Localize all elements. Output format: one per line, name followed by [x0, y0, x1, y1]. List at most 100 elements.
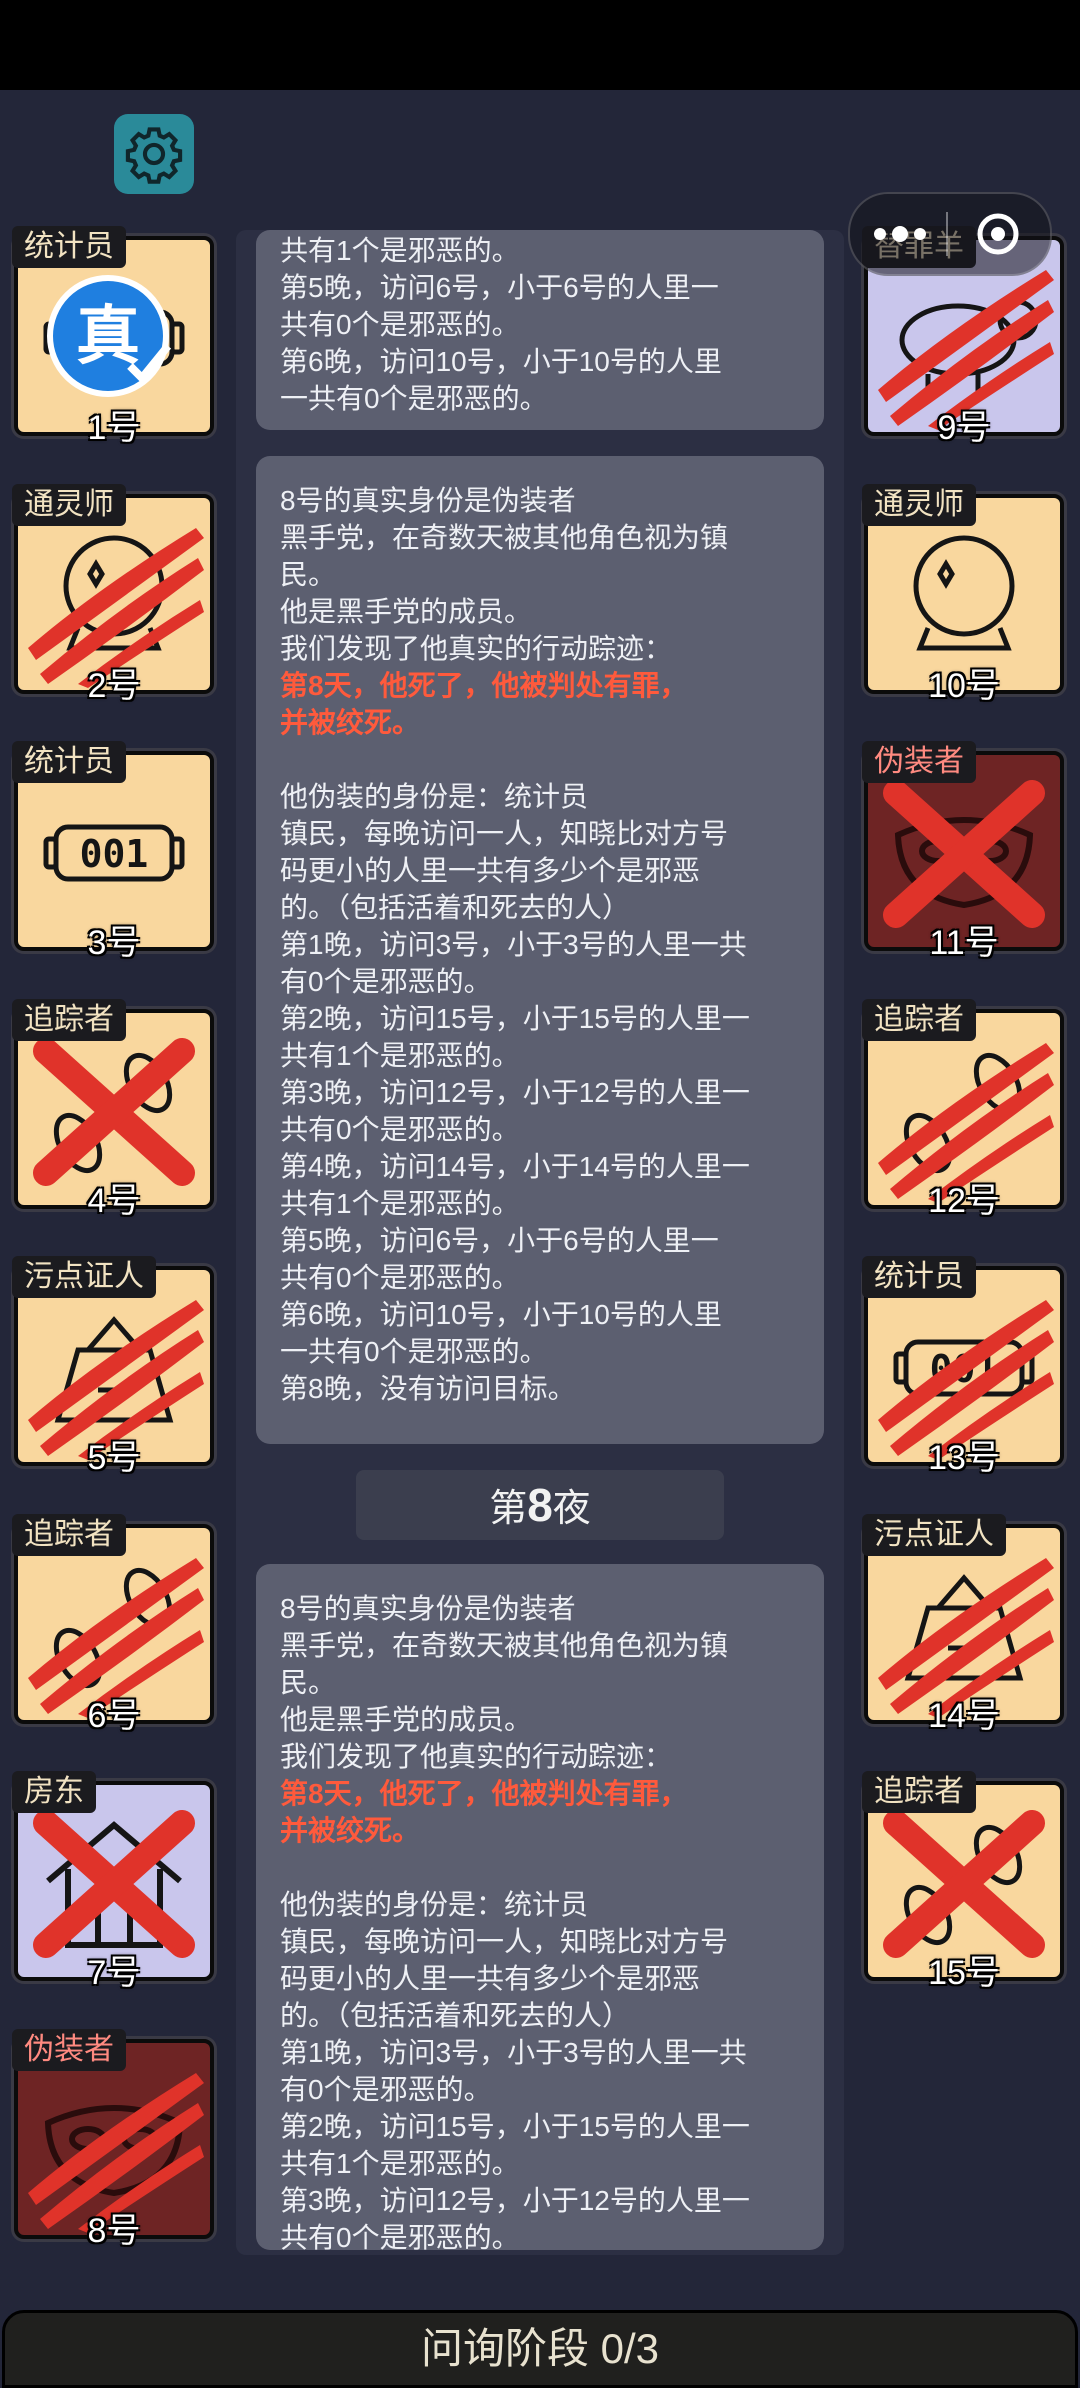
player-card[interactable]: 房东 7号 — [12, 1771, 214, 1992]
log-line: 的。（包括活着和死去的人） — [280, 2000, 631, 2031]
log-line: 我们发现了他真实的行动踪迹： — [280, 1741, 673, 1772]
log-line: 民。 — [280, 1667, 337, 1698]
log-line: 有0个是邪恶的。 — [280, 2074, 492, 2105]
footprints-icon — [33, 1037, 195, 1186]
log-line: 共有0个是邪恶的。 — [280, 1114, 520, 1145]
house-icon — [33, 1810, 195, 1958]
log-line: 第3晚，访问12号，小于12号的人里一 — [280, 1077, 750, 1108]
true-badge-text: 真 — [76, 300, 140, 374]
death-text-line: 第8天，他死了，他被判处有罪， — [280, 1778, 688, 1809]
log-line: 第3晚，访问12号，小于12号的人里一 — [280, 2185, 750, 2216]
player-number: 2号 — [87, 666, 141, 705]
role-tag: 通灵师 — [12, 483, 126, 526]
log-line: 镇民，每晚访问一人，知晓比对方号 — [280, 818, 729, 849]
phase-label: 问询阶段 0/3 — [420, 2325, 660, 2372]
player-number: 14号 — [928, 1696, 1000, 1735]
log-line: 黑手党，在奇数天被其他角色视为镇 — [280, 522, 729, 553]
death-text-line: 并被绞死。 — [280, 1815, 421, 1846]
true-badge: 真 — [47, 275, 172, 397]
player-number: 13号 — [928, 1439, 1000, 1477]
log-line: 第1晚，访问3号，小于3号的人里一共 — [280, 929, 747, 960]
player-card[interactable]: 污点证人 5号 — [12, 1256, 214, 1477]
mask-icon — [28, 2072, 204, 2233]
gear-icon — [125, 127, 183, 184]
player-card[interactable]: 伪装者 11号 — [862, 741, 1064, 962]
player-card[interactable]: 追踪者 15号 — [862, 1771, 1064, 1992]
footprints-icon — [878, 1042, 1054, 1203]
log-line: 镇民，每晚访问一人，知晓比对方号 — [280, 1926, 729, 1957]
night-number: 8 — [527, 1479, 553, 1531]
footprints-icon — [28, 1557, 204, 1718]
more-dots-icon[interactable] — [872, 218, 928, 250]
log-line: 一共有0个是邪恶的。 — [280, 1336, 548, 1367]
player-card[interactable]: 001 真 统计员 1号 — [12, 226, 214, 447]
player-number: 5号 — [87, 1439, 141, 1477]
log-line: 第6晚，访问10号，小于10号的人里 — [280, 346, 722, 377]
role-tag: 统计员 — [12, 741, 126, 783]
role-tag: 通灵师 — [862, 483, 976, 526]
night-header: 第8夜 — [356, 1470, 724, 1540]
log-line: 第5晚，访问6号，小于6号的人里一 — [280, 272, 719, 303]
log-line: 共有1个是邪恶的。 — [280, 2148, 520, 2179]
counter-icon: 001 — [878, 1300, 1054, 1460]
player-card[interactable]: 001 统计员 3号 — [12, 741, 214, 962]
player-number: 6号 — [87, 1696, 141, 1735]
footprints-icon — [883, 1810, 1045, 1958]
player-number: 4号 — [87, 1181, 141, 1220]
player-card[interactable]: 通灵师 10号 — [862, 483, 1064, 705]
log-line: 第6晚，访问10号，小于10号的人里 — [280, 1299, 722, 1330]
log-line: 共有1个是邪恶的。 — [280, 1188, 520, 1219]
log-line: 他伪装的身份是：统计员 — [280, 1889, 589, 1920]
player-number: 1号 — [87, 409, 141, 447]
night-suffix: 夜 — [552, 1488, 591, 1530]
phase-bar: 问询阶段 0/3 — [2, 2310, 1078, 2388]
role-tag: 统计员 — [862, 1256, 976, 1298]
log-line: 民。 — [280, 559, 337, 590]
player-number: 3号 — [87, 924, 141, 962]
log-line: 共有0个是邪恶的。 — [280, 309, 520, 340]
log-line: 共有1个是邪恶的。 — [280, 1040, 520, 1071]
player-card[interactable]: 追踪者 6号 — [12, 1513, 214, 1735]
log-line: 的。（包括活着和死去的人） — [280, 892, 631, 923]
counter-icon: 001 — [43, 824, 185, 882]
player-number: 11号 — [929, 924, 999, 962]
death-text-line: 并被绞死。 — [280, 707, 421, 738]
player-card[interactable]: 污点证人 14号 — [862, 1513, 1064, 1735]
log-panel-main: 8号的真实身份是伪装者 黑手党，在奇数天被其他角色视为镇 民。 他是黑手党的成员。 我们… — [256, 456, 824, 1444]
mask-icon — [883, 780, 1045, 928]
player-card[interactable]: 追踪者 12号 — [862, 998, 1064, 1220]
role-tag: 伪装者 — [12, 2028, 126, 2071]
log-line: 8号的真实身份是伪装者 — [280, 1593, 576, 1624]
role-tag: 追踪者 — [12, 1513, 126, 1556]
player-number: 12号 — [928, 1181, 1000, 1220]
player-card[interactable]: 通灵师 2号 — [12, 483, 214, 705]
counter-digits: 001 — [80, 832, 149, 876]
log-line: 码更小的人里一共有多少个是邪恶 — [280, 855, 701, 886]
role-tag: 追踪者 — [12, 998, 126, 1041]
player-card[interactable]: 伪装者 8号 — [12, 2028, 214, 2250]
player-card[interactable]: 追踪者 4号 — [12, 998, 214, 1220]
log-line: 第4晚，访问14号，小于14号的人里一 — [280, 1151, 750, 1182]
role-tag: 追踪者 — [862, 1771, 976, 1813]
player-card[interactable]: 001 统计员 13号 — [862, 1256, 1064, 1477]
role-tag: 房东 — [12, 1771, 96, 1813]
log-line: 他是黑手党的成员。 — [280, 1704, 533, 1735]
mini-program-capsule[interactable] — [848, 192, 1052, 276]
log-line: 第2晚，访问15号，小于15号的人里一 — [280, 1003, 750, 1034]
close-target-icon[interactable] — [976, 212, 1020, 256]
log-line: 共有0个是邪恶的。 — [280, 2222, 520, 2250]
log-line: 8号的真实身份是伪装者 — [280, 485, 576, 516]
role-tag: 污点证人 — [862, 1513, 1006, 1556]
crystal-ball-icon — [28, 527, 204, 688]
night-prefix: 第 — [489, 1488, 528, 1530]
log-line: 第1晚，访问3号，小于3号的人里一共 — [280, 2037, 747, 2068]
role-tag: 污点证人 — [12, 1256, 156, 1298]
log-line: 码更小的人里一共有多少个是邪恶 — [280, 1963, 701, 1994]
log-line: 共有0个是邪恶的。 — [280, 1262, 520, 1293]
player-number: 10号 — [928, 666, 1000, 705]
cross-mark — [883, 780, 1045, 928]
settings-button[interactable] — [114, 114, 194, 194]
player-number: 7号 — [87, 1954, 141, 1992]
status-bar — [0, 0, 1080, 90]
claw-slash-mark — [28, 527, 204, 688]
